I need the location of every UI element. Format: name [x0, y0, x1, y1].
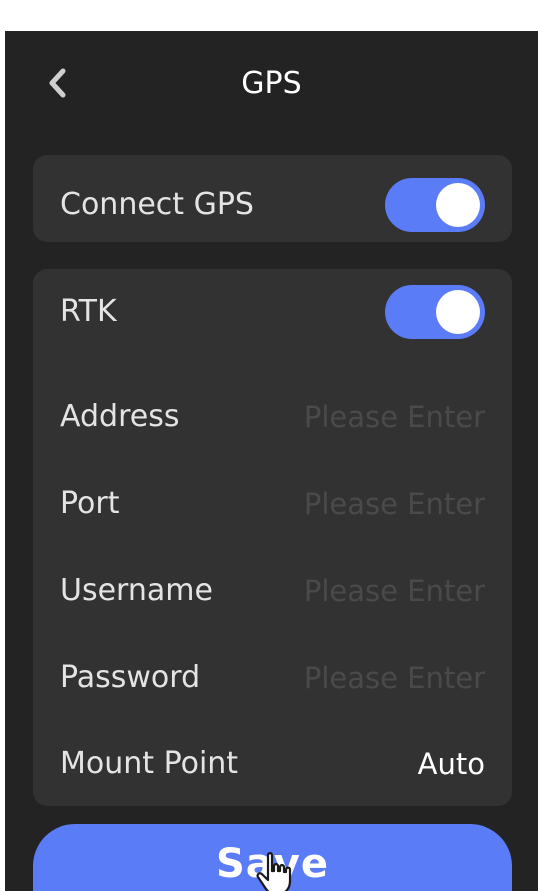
password-row: Password [33, 658, 512, 698]
username-row: Username [33, 571, 512, 611]
port-row: Port [33, 484, 512, 524]
rtk-label: RTK [60, 294, 117, 329]
rtk-card: RTK Address Port Username Password Mount… [33, 269, 512, 806]
mount-point-row[interactable]: Mount Point Auto [33, 744, 512, 784]
connect-gps-label: Connect GPS [60, 187, 254, 222]
connect-gps-card: Connect GPS [33, 155, 512, 242]
rtk-toggle[interactable] [385, 285, 485, 339]
toggle-knob [436, 290, 480, 334]
address-input[interactable] [265, 400, 485, 434]
address-label: Address [60, 399, 180, 434]
port-label: Port [60, 486, 120, 521]
mount-point-label: Mount Point [60, 746, 239, 781]
port-input[interactable] [265, 487, 485, 521]
toggle-knob [436, 183, 480, 227]
password-label: Password [60, 660, 201, 695]
gps-settings-screen: GPS Connect GPS RTK Address Port Usernam… [5, 31, 538, 891]
password-input[interactable] [265, 661, 485, 695]
hand-pointer-icon [256, 852, 292, 891]
page-title: GPS [241, 66, 302, 101]
username-label: Username [60, 573, 213, 608]
connect-gps-toggle[interactable] [385, 178, 485, 232]
mount-point-value[interactable]: Auto [418, 744, 485, 784]
address-row: Address [33, 397, 512, 437]
username-input[interactable] [265, 574, 485, 608]
